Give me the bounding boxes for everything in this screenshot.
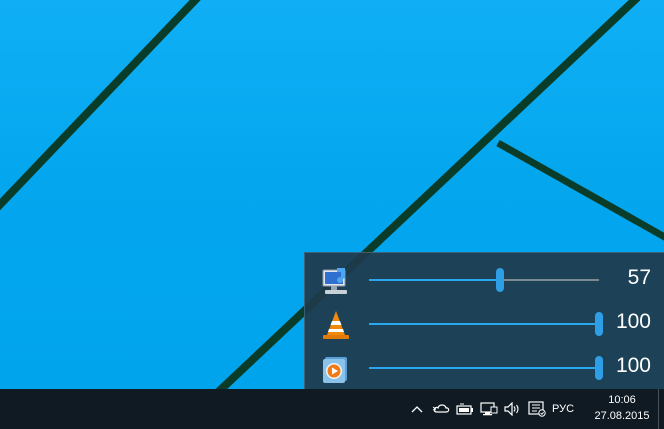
clock-date: 27.08.2015 <box>594 410 650 422</box>
cloud-sync-icon[interactable] <box>430 389 452 429</box>
vlc-icon[interactable] <box>319 308 353 342</box>
vlc-volume-slider[interactable] <box>369 312 603 336</box>
vlc-volume-fill <box>369 323 599 325</box>
network-icon[interactable] <box>478 389 500 429</box>
media-player-volume-slider[interactable] <box>369 356 603 380</box>
system-volume-slider[interactable] <box>369 268 599 292</box>
mixer-row-vlc: 100 <box>305 302 664 346</box>
battery-icon[interactable] <box>454 389 476 429</box>
system-volume-value: 57 <box>627 266 651 289</box>
speaker-icon[interactable] <box>502 389 524 429</box>
system-volume-thumb[interactable] <box>496 268 505 292</box>
media-player-volume-fill <box>369 367 599 369</box>
chevron-up-icon[interactable] <box>408 389 426 429</box>
system-sounds-icon[interactable] <box>319 264 353 298</box>
mixer-row-media-player: 100 <box>305 346 664 390</box>
input-language[interactable]: РУС <box>552 389 574 429</box>
clock-time: 10:06 <box>608 394 636 406</box>
taskbar: РУС 10:06 27.08.2015 <box>0 389 664 429</box>
volume-mixer-flyout: 57 100 100 <box>304 252 664 390</box>
media-player-volume-value: 100 <box>615 354 651 377</box>
vlc-volume-value: 100 <box>615 310 651 333</box>
mixer-row-system: 57 <box>305 258 664 302</box>
show-desktop-button[interactable] <box>658 389 664 429</box>
media-player-icon[interactable] <box>319 352 353 386</box>
system-volume-fill <box>369 279 501 281</box>
clock[interactable]: 10:06 27.08.2015 <box>591 392 653 424</box>
notifications-icon[interactable] <box>526 389 548 429</box>
